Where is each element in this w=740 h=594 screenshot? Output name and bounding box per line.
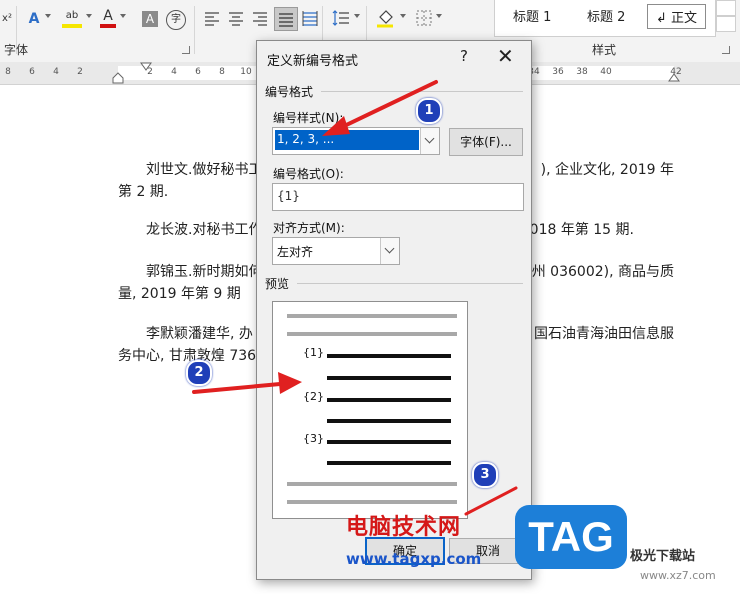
annotation-arrows [192,80,518,516]
badge-2: 2 [186,360,212,386]
watermark-brand-url: www.tagxp.com [346,550,482,568]
watermark-site-url: www.xz7.com [640,569,716,582]
watermark-site-label: 极光下载站 [630,549,696,564]
tag-logo: TAG [515,505,627,569]
badge-1: 1 [416,98,442,124]
watermark-brand-text: 电脑技术网 [346,515,462,540]
badge-3: 3 [472,462,498,488]
arrow-3 [464,486,518,516]
